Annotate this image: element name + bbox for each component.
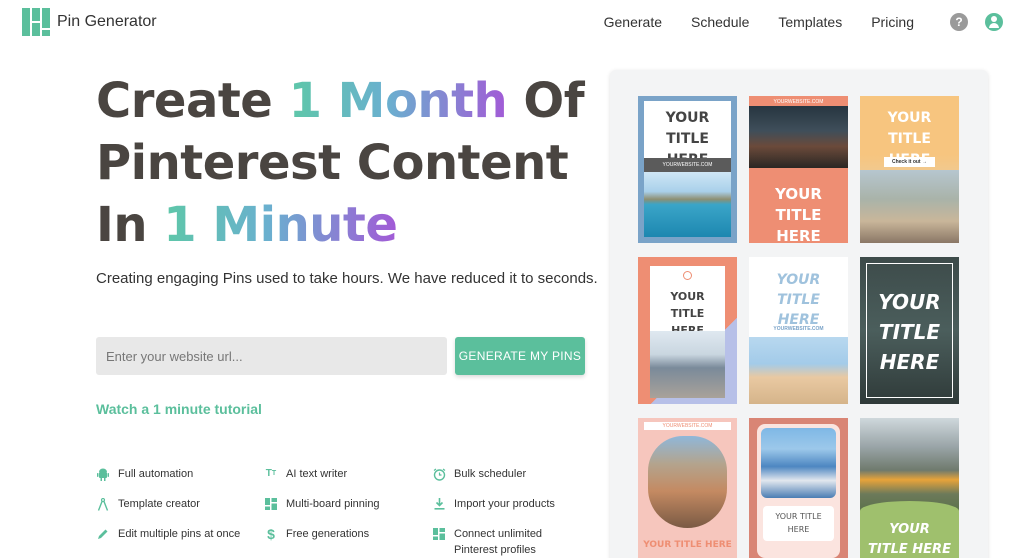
pin-preview[interactable]: YOUR TITLE HERE YOURWEBSITE.COM <box>638 96 737 243</box>
hero-headline: Create 1 Month Of Pinterest Content In 1… <box>96 70 596 256</box>
download-icon <box>432 497 446 511</box>
pin-website: YOURWEBSITE.COM <box>773 99 824 105</box>
feature-item: Multi-board pinning <box>264 496 432 512</box>
headline-text: In <box>96 197 164 253</box>
pin-preview[interactable]: YOUR TITLE HERE Check it out → <box>860 96 959 243</box>
feature-item: $ Free generations <box>264 526 432 558</box>
nav-schedule[interactable]: Schedule <box>691 14 749 30</box>
tutorial-link[interactable]: Watch a 1 minute tutorial <box>96 401 262 417</box>
pin-preview[interactable]: YOUR TITLE HERE <box>749 418 848 558</box>
pin-photo <box>761 428 836 498</box>
pin-photo <box>860 418 959 513</box>
pin-title: YOUR TITLE HERE <box>878 290 941 374</box>
feature-label: Free generations <box>286 528 370 540</box>
brand-name[interactable]: Pin Generator <box>57 13 157 31</box>
feature-item: Edit multiple pins at once <box>96 526 264 558</box>
feature-label: AI text writer <box>286 468 348 480</box>
headline-highlight: 1 Month <box>288 73 508 129</box>
pin-cta: Check it out → <box>891 159 927 165</box>
dollar-icon: $ <box>267 526 275 542</box>
top-nav: Pin Generator Generate Schedule Template… <box>0 0 1024 45</box>
nav-templates[interactable]: Templates <box>778 14 842 30</box>
pin-website: YOURWEBSITE.COM <box>662 162 713 168</box>
feature-list: Full automation TT AI text writer Bulk s… <box>96 466 576 558</box>
feature-item: Bulk scheduler <box>432 466 576 482</box>
pin-photo <box>648 436 727 528</box>
pin-preview[interactable]: YOUR TITLE HERE <box>860 257 959 404</box>
pin-preview[interactable]: YOURWEBSITE.COM YOUR TITLE HERE <box>749 96 848 243</box>
nav-generate[interactable]: Generate <box>604 14 662 30</box>
pin-preview[interactable]: YOURWEBSITE.COM YOUR TITLE HERE <box>638 418 737 558</box>
pin-photo <box>860 170 959 243</box>
hero-subtitle: Creating engaging Pins used to take hour… <box>96 270 598 287</box>
website-url-input[interactable] <box>96 337 447 375</box>
feature-label: Multi-board pinning <box>286 498 380 510</box>
feature-label: Bulk scheduler <box>454 468 527 480</box>
pin-website: YOURWEBSITE.COM <box>662 423 713 429</box>
grid-icon <box>264 497 278 511</box>
pin-website: YOURWEBSITE.COM <box>773 326 824 332</box>
feature-label: Edit multiple pins at once <box>118 528 241 540</box>
alarm-clock-icon <box>432 467 446 481</box>
compass-icon <box>96 497 110 511</box>
pin-photo <box>644 172 731 237</box>
headline-text: Create <box>96 73 289 129</box>
feature-item: Connect unlimited Pinterest profiles <box>432 526 576 558</box>
feature-item: Full automation <box>96 466 264 482</box>
pin-title: YOUR TITLE HERE <box>643 540 732 550</box>
pin-preview[interactable]: YOUR TITLE HERE YOURWEBSITE.COM <box>749 257 848 404</box>
feature-item: Template creator <box>96 496 264 512</box>
pin-title: YOUR TITLE HERE <box>776 272 821 328</box>
nav-pricing[interactable]: Pricing <box>871 14 914 30</box>
pin-title: YOUR TITLE HERE <box>868 522 951 557</box>
account-icon[interactable] <box>985 13 1003 31</box>
pin-photo <box>749 337 848 404</box>
generate-pins-button[interactable]: GENERATE MY PINS <box>455 337 585 375</box>
feature-label: Connect unlimited Pinterest profiles <box>454 528 543 556</box>
pin-title: YOUR TITLE HERE <box>775 185 822 243</box>
android-icon <box>96 467 110 481</box>
feature-label: Full automation <box>118 468 194 480</box>
pin-title: YOUR TITLE HERE <box>775 512 822 534</box>
feature-item: Import your products <box>432 496 576 512</box>
help-icon[interactable]: ? <box>950 13 968 31</box>
nav-links: Generate Schedule Templates Pricing <box>604 14 914 30</box>
headline-text: Pinterest Content <box>96 135 569 191</box>
logo-icon[interactable] <box>22 8 50 36</box>
feature-label: Import your products <box>454 498 555 510</box>
text-size-icon: TT <box>265 468 277 479</box>
pin-photo <box>650 331 725 398</box>
grid-icon <box>432 527 446 541</box>
headline-highlight: 1 Minute <box>163 197 398 253</box>
pin-preview[interactable]: YOUR TITLE HERE <box>638 257 737 404</box>
headline-text: Of <box>507 73 585 129</box>
pin-preview[interactable]: YOUR TITLE HERE <box>860 418 959 558</box>
pin-preview-panel: YOUR TITLE HERE YOURWEBSITE.COM YOURWEBS… <box>610 70 988 558</box>
feature-label: Template creator <box>118 498 200 510</box>
pencil-icon <box>96 527 110 541</box>
feature-item: TT AI text writer <box>264 466 432 482</box>
pin-photo <box>749 106 848 168</box>
